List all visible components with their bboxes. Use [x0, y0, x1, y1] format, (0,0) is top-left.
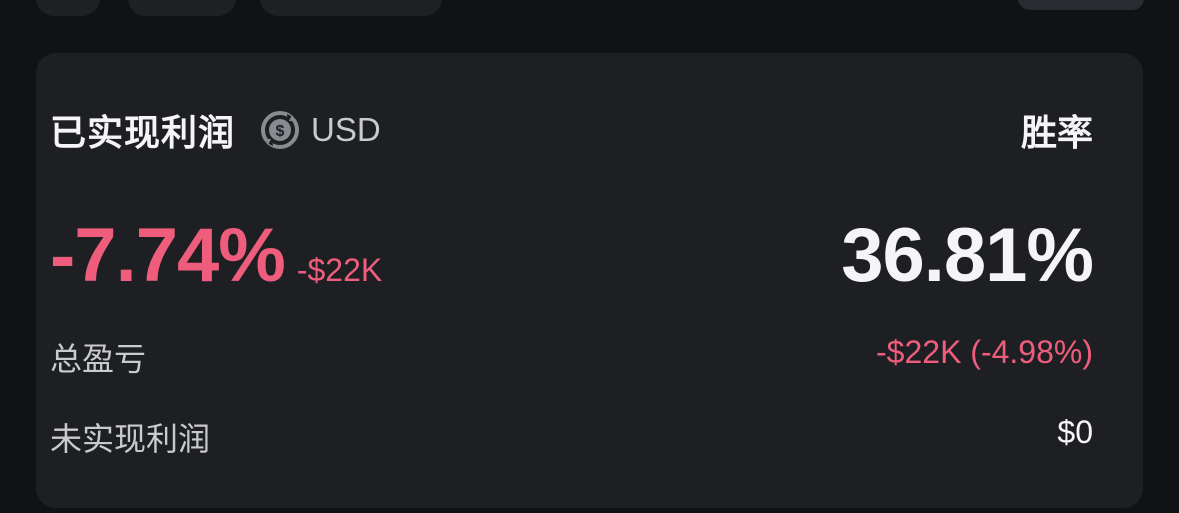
unrealized-profit-value: $0: [1057, 414, 1093, 450]
total-pnl-label: 总盈亏: [50, 340, 147, 378]
filter-chip-1[interactable]: [36, 0, 100, 16]
filter-chip-2[interactable]: [128, 0, 236, 16]
filter-chip-3[interactable]: [260, 0, 442, 16]
winrate-value: 36.81%: [841, 213, 1094, 298]
top-toolbar: [0, 0, 1179, 20]
realized-profit-amount: -$22K: [296, 252, 383, 288]
currency-code: USD: [311, 111, 381, 148]
svg-text:$: $: [276, 123, 285, 140]
realized-profit-percent: -7.74%: [50, 213, 286, 298]
unrealized-profit-label: 未实现利润: [50, 420, 211, 458]
realized-profit: -7.74% -$22K: [50, 212, 382, 299]
currency-convert-icon: $: [259, 109, 301, 151]
top-right-button[interactable]: [1018, 0, 1144, 10]
currency-toggle[interactable]: $ USD: [259, 109, 381, 151]
winrate-label: 胜率: [1020, 113, 1093, 154]
card-title: 已实现利润: [50, 113, 236, 154]
card-header: 已实现利润 $ USD: [50, 104, 381, 156]
total-pnl-value: -$22K (-4.98%): [876, 334, 1093, 370]
